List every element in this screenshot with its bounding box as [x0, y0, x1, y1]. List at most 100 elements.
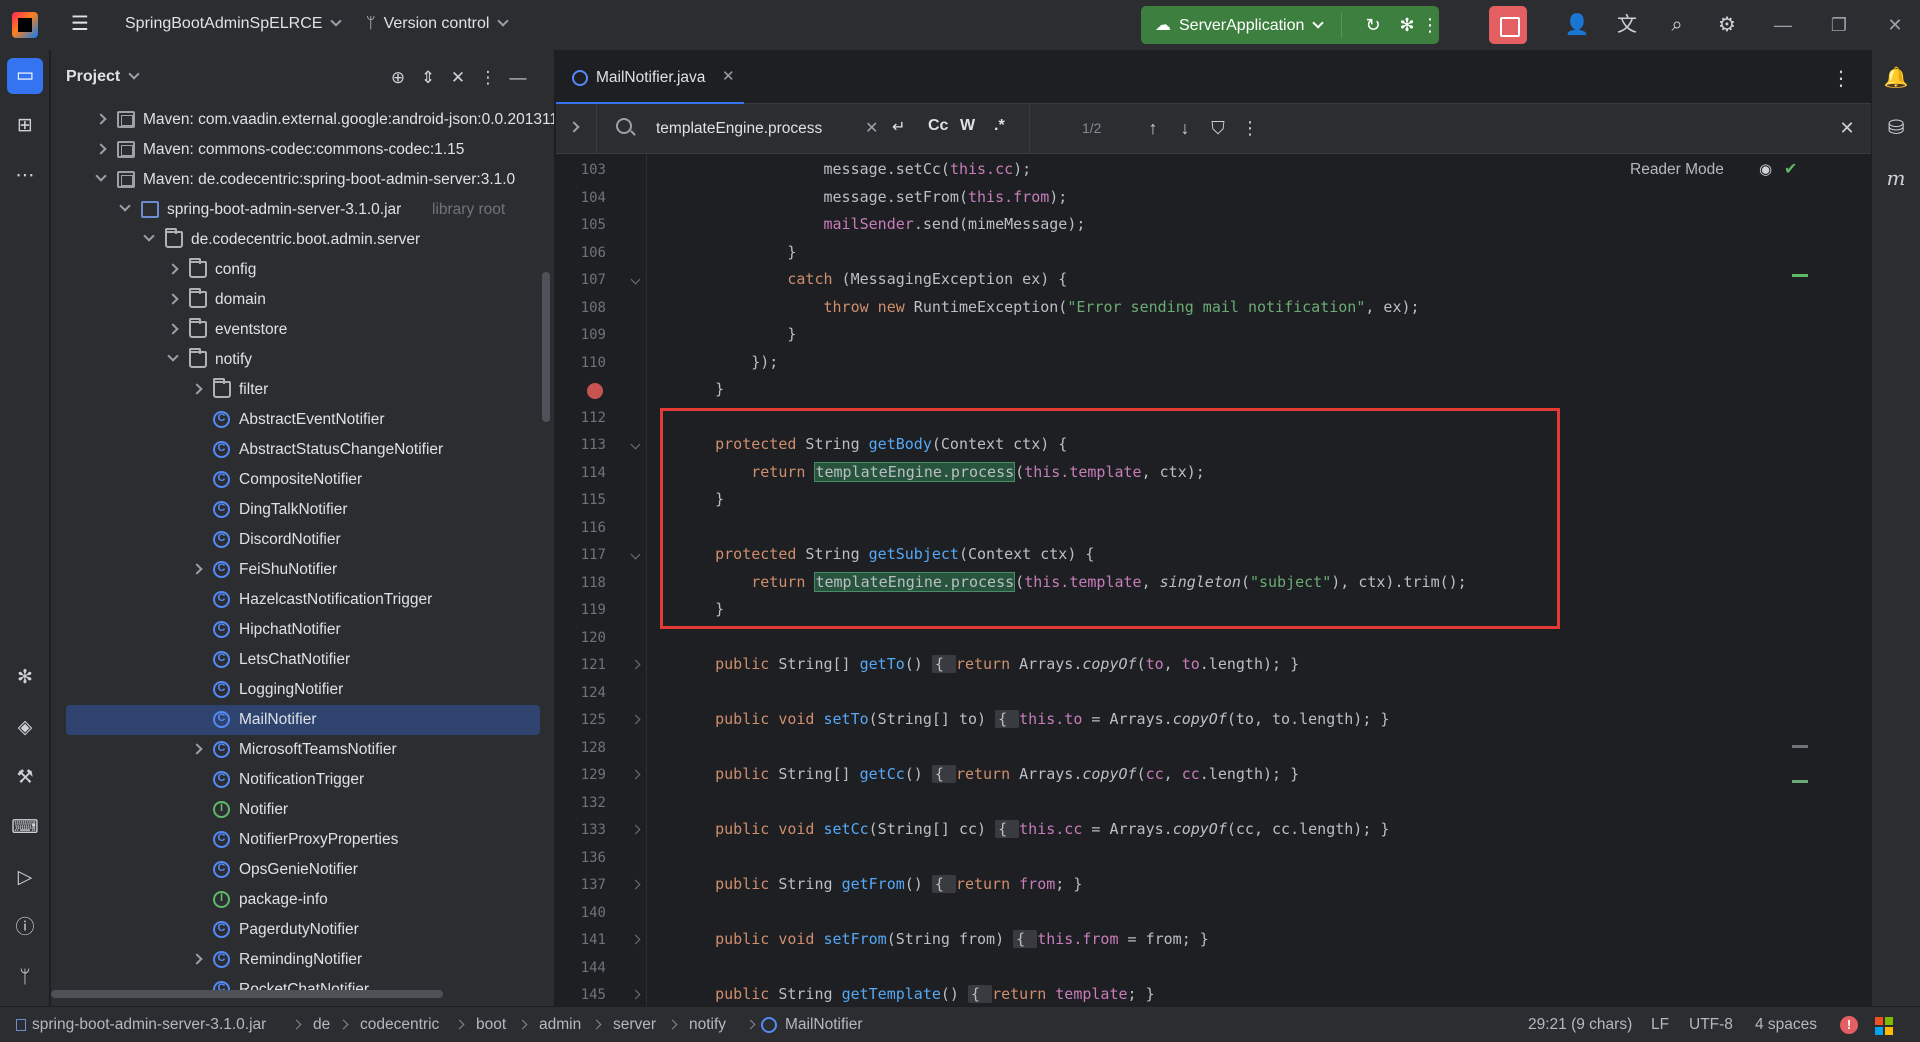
code-line[interactable]: });	[679, 353, 778, 371]
tree-item[interactable]: HipchatNotifier	[51, 615, 554, 645]
rerun-icon[interactable]: ↻	[1362, 14, 1384, 36]
code-line[interactable]: return templateEngine.process(this.templ…	[679, 461, 1205, 482]
chevron-right-icon[interactable]	[191, 953, 203, 965]
error-indicator-icon[interactable]: !	[1840, 1016, 1858, 1034]
terminal-icon[interactable]: ⌨	[7, 810, 43, 846]
caret-position[interactable]: 29:21 (9 chars)	[1528, 1016, 1632, 1034]
close-icon[interactable]: ✕	[1884, 14, 1906, 36]
stop-button[interactable]	[1489, 6, 1527, 44]
tree-item[interactable]: RemindingNotifier	[51, 945, 554, 975]
version-control-selector[interactable]: ᛘ Version control	[366, 15, 510, 33]
code-line[interactable]: message.setCc(this.cc);	[679, 160, 1031, 178]
tree-item[interactable]: Maven: de.codecentric:spring-boot-admin-…	[51, 165, 554, 195]
project-folder-icon[interactable]: ▭	[7, 58, 43, 94]
code-line[interactable]: public String[] getCc() { return Arrays.…	[679, 765, 1299, 783]
tree-item[interactable]: de.codecentric.boot.admin.server	[51, 225, 554, 255]
code-line[interactable]: public void setFrom(String from) { this.…	[679, 930, 1209, 948]
breadcrumb-item[interactable]: spring-boot-admin-server-3.1.0.jar	[32, 1016, 266, 1034]
options-menu-icon[interactable]: ⋮	[477, 67, 499, 89]
code-line[interactable]: public String getFrom() { return from; }	[679, 875, 1082, 893]
code-line[interactable]: public String getTemplate() { return tem…	[679, 985, 1155, 1003]
tree-vertical-scrollbar[interactable]	[542, 272, 550, 422]
code-line[interactable]: return templateEngine.process(this.templ…	[679, 571, 1467, 592]
chevron-right-icon[interactable]	[191, 743, 203, 755]
tree-item[interactable]: AbstractEventNotifier	[51, 405, 554, 435]
chevron-right-icon[interactable]	[191, 383, 203, 395]
code-line[interactable]: throw new RuntimeException("Error sendin…	[679, 298, 1420, 316]
tree-item[interactable]: MailNotifier	[51, 705, 554, 735]
tree-item[interactable]: eventstore	[51, 315, 554, 345]
tree-item[interactable]: spring-boot-admin-server-3.1.0.jar librar…	[51, 195, 554, 225]
code-line[interactable]: protected String getSubject(Context ctx)…	[679, 545, 1094, 563]
build-hammer-icon[interactable]: ⚒	[7, 760, 43, 796]
chevron-right-icon[interactable]	[191, 563, 203, 575]
minimize-icon[interactable]: —	[1772, 14, 1794, 36]
maven-icon[interactable]: m	[1880, 162, 1912, 194]
code-line[interactable]: public void setTo(String[] to) { this.to…	[679, 710, 1389, 728]
indent-selector[interactable]: 4 spaces	[1755, 1016, 1817, 1034]
tree-item[interactable]: filter	[51, 375, 554, 405]
encoding-selector[interactable]: UTF-8	[1689, 1016, 1733, 1034]
inspection-ok-icon[interactable]: ✔	[1784, 159, 1797, 179]
code-line[interactable]: protected String getBody(Context ctx) {	[679, 435, 1067, 453]
tree-item[interactable]: notify	[51, 345, 554, 375]
tree-item[interactable]: LetsChatNotifier	[51, 645, 554, 675]
code-line[interactable]: catch (MessagingException ex) {	[679, 270, 1067, 288]
debug-icon[interactable]: ✻	[1396, 14, 1418, 36]
tree-item[interactable]: NotifierProxyProperties	[51, 825, 554, 855]
problems-icon[interactable]: ⓘ	[7, 910, 43, 946]
tree-item[interactable]: package-info	[51, 885, 554, 915]
breadcrumb-item[interactable]: boot	[476, 1016, 506, 1034]
hide-panel-icon[interactable]: —	[507, 67, 529, 89]
breadcrumb-item[interactable]: server	[613, 1016, 656, 1034]
code-line[interactable]: }	[679, 243, 796, 261]
main-menu-icon[interactable]: ☰	[70, 14, 90, 34]
settings-gear-icon[interactable]: ⚙	[1714, 12, 1740, 38]
git-branch-icon[interactable]: ᛘ	[7, 960, 43, 996]
more-tools-icon[interactable]: ⋯	[7, 158, 43, 194]
tree-item[interactable]: domain	[51, 285, 554, 315]
code-line[interactable]: mailSender.send(mimeMessage);	[679, 215, 1086, 233]
code-line[interactable]: }	[679, 380, 724, 398]
chevron-right-icon[interactable]	[167, 293, 179, 305]
chevron-right-icon[interactable]	[95, 143, 107, 155]
tree-horizontal-scrollbar[interactable]	[51, 990, 443, 998]
run-configuration-selector[interactable]: ☁ ServerApplication	[1155, 15, 1325, 35]
more-actions-icon[interactable]: ⋮	[1421, 14, 1439, 36]
notifications-bell-icon[interactable]: 🔔	[1880, 62, 1912, 94]
project-panel-title[interactable]: Project	[66, 68, 140, 86]
translate-icon[interactable]: 文	[1614, 12, 1640, 38]
breadcrumb-item[interactable]: MailNotifier	[785, 1016, 863, 1034]
intellij-logo-icon[interactable]	[12, 12, 38, 38]
add-user-icon[interactable]: 👤	[1564, 12, 1590, 38]
database-icon[interactable]: ⛁	[1880, 112, 1912, 144]
breadcrumb-item[interactable]: codecentric	[360, 1016, 439, 1034]
expand-collapse-icon[interactable]: ⇕	[417, 67, 439, 89]
run-icon[interactable]: ▷	[7, 860, 43, 896]
tree-item[interactable]: OpsGenieNotifier	[51, 855, 554, 885]
chevron-right-icon[interactable]	[167, 323, 179, 335]
structure-icon[interactable]: ⊞	[7, 108, 43, 144]
tree-item[interactable]: FeiShuNotifier	[51, 555, 554, 585]
code-line[interactable]: public String[] getTo() { return Arrays.…	[679, 655, 1299, 673]
tree-item[interactable]: DiscordNotifier	[51, 525, 554, 555]
breadcrumb-item[interactable]: admin	[539, 1016, 581, 1034]
project-selector[interactable]: SpringBootAdminSpELRCE	[125, 15, 343, 33]
chevron-down-icon[interactable]	[143, 230, 155, 242]
chevron-right-icon[interactable]	[95, 113, 107, 125]
tree-item[interactable]: PagerdutyNotifier	[51, 915, 554, 945]
code-line[interactable]: }	[679, 600, 724, 618]
layers-icon[interactable]: ◈	[7, 710, 43, 746]
reader-mode-button[interactable]: Reader Mode	[1630, 161, 1724, 179]
code-line[interactable]: message.setFrom(this.from);	[679, 188, 1067, 206]
search-icon[interactable]: ⌕	[1664, 12, 1690, 38]
chevron-right-icon[interactable]	[167, 263, 179, 275]
tree-item[interactable]: LoggingNotifier	[51, 675, 554, 705]
chevron-down-icon[interactable]	[95, 170, 107, 182]
tree-item[interactable]: CompositeNotifier	[51, 465, 554, 495]
debug-bug-icon[interactable]: ✻	[7, 660, 43, 696]
tree-item[interactable]: Notifier	[51, 795, 554, 825]
breadcrumb-item[interactable]: de	[313, 1016, 330, 1034]
chevron-down-icon[interactable]	[167, 350, 179, 362]
tree-item[interactable]: DingTalkNotifier	[51, 495, 554, 525]
